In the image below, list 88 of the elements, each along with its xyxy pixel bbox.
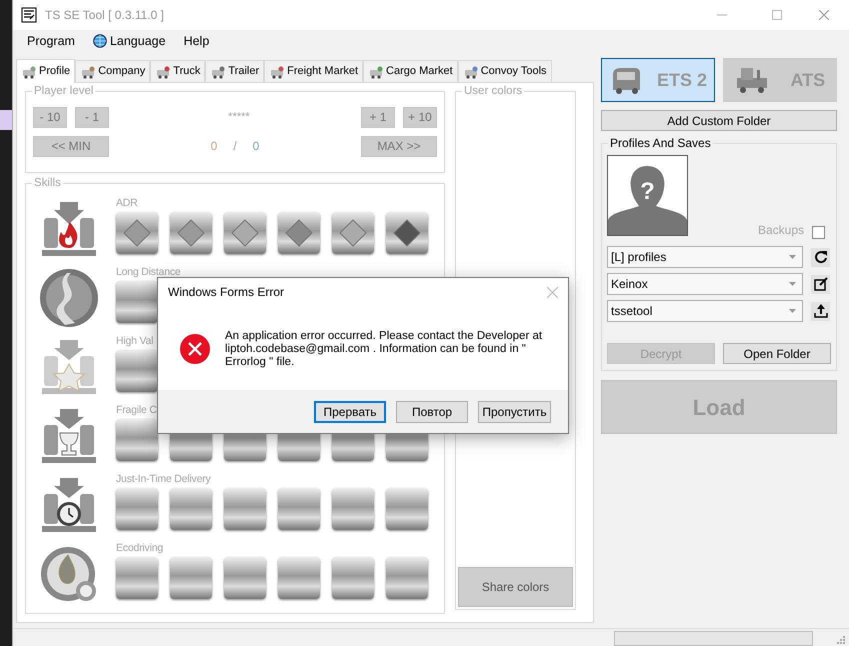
skill-tile[interactable] <box>278 488 320 530</box>
level-stars: ***** <box>227 110 251 125</box>
menu-item[interactable]: Language <box>88 32 170 50</box>
dialog-title: Windows Forms Error <box>168 284 286 301</box>
tab[interactable]: Trailer <box>205 60 264 82</box>
skill-tile[interactable] <box>386 557 428 599</box>
tab[interactable]: Profile <box>16 59 76 83</box>
hazard-sign-icon <box>123 219 151 247</box>
backups-checkbox[interactable] <box>812 226 825 239</box>
add-folder-button[interactable]: Add Custom Folder <box>601 110 837 131</box>
profile-dropdown[interactable]: [L] profiles <box>607 246 803 268</box>
icon-button[interactable] <box>811 248 830 266</box>
share-colors-button[interactable]: Share colors <box>458 567 573 607</box>
skill-tile[interactable] <box>278 557 320 599</box>
skill-label: Long Distance <box>116 265 181 279</box>
truck-icon <box>734 66 769 94</box>
skill-tile[interactable] <box>332 212 374 254</box>
icon-button[interactable] <box>811 274 830 294</box>
skill-tile[interactable] <box>278 212 320 254</box>
close-icon <box>819 10 829 20</box>
menu-item[interactable]: Help <box>180 32 214 50</box>
dropdown-arrow-icon <box>789 309 796 313</box>
edit-icon <box>812 276 828 292</box>
tab-icon <box>210 64 226 78</box>
hazard-sign-icon <box>339 219 367 247</box>
globe-icon <box>92 34 107 48</box>
tab[interactable]: Cargo Market <box>363 60 458 82</box>
tab-icon <box>462 64 479 78</box>
skill-tile[interactable] <box>116 557 158 599</box>
skill-label: Ecodriving <box>116 541 164 555</box>
skill-tile[interactable] <box>224 212 266 254</box>
dialog-button[interactable]: Прервать <box>314 400 386 422</box>
skill-tile[interactable] <box>224 557 266 599</box>
skill-label: ADR <box>116 196 138 210</box>
tab[interactable]: Truck <box>150 60 206 82</box>
export-icon <box>812 303 828 319</box>
tab[interactable]: Freight Market <box>264 60 364 82</box>
tab-icon <box>269 64 286 78</box>
group-title: Profiles And Saves <box>608 136 713 150</box>
close-icon <box>547 286 558 298</box>
dialog-button[interactable]: Пропустить <box>478 400 551 422</box>
skill-tile[interactable] <box>332 488 374 530</box>
tab-icon <box>80 64 96 78</box>
skill-label: High Val <box>116 334 154 348</box>
skill-tile[interactable] <box>116 212 158 254</box>
hazard-sign-icon <box>177 219 205 247</box>
dialog-button[interactable]: Повтор <box>396 400 468 422</box>
question-mark: ? <box>640 177 655 207</box>
tab-icon <box>21 64 37 78</box>
hazard-sign-icon <box>285 219 313 247</box>
skill-tile[interactable] <box>332 557 374 599</box>
hazard-sign-icon <box>231 219 259 247</box>
max-level: 0 <box>252 138 260 155</box>
app-icon <box>21 7 37 23</box>
skill-drawing <box>38 267 100 329</box>
tab-icon <box>368 64 384 78</box>
backups-label: Backups <box>758 222 804 239</box>
group-title: Player level <box>32 84 96 98</box>
maximize-icon <box>772 10 782 20</box>
skill-tile[interactable] <box>170 488 212 530</box>
tab[interactable]: Company <box>75 60 150 82</box>
skill-tile[interactable] <box>224 488 266 530</box>
skill-tile[interactable] <box>170 557 212 599</box>
skill-tile[interactable] <box>116 488 158 530</box>
current-level: 0 <box>210 138 218 155</box>
hazard-sign-icon <box>393 219 421 247</box>
menu-item[interactable]: Program <box>23 32 79 50</box>
profile-dropdown[interactable]: Keinox <box>607 273 803 295</box>
refresh-icon <box>812 249 828 265</box>
error-icon <box>180 334 210 364</box>
tab[interactable]: Convoy Tools <box>458 60 552 82</box>
skill-tile[interactable] <box>116 281 158 323</box>
open-folder-button[interactable]: Open Folder <box>723 343 831 364</box>
error-message: An application error occurred. Please contact the Developer at liptoh.codebase@gmail.com . Information can be found in " Errorlog " file. <box>225 330 544 369</box>
skill-tile[interactable] <box>386 488 428 530</box>
skill-tile[interactable] <box>116 350 158 392</box>
skill-label: Fragile C <box>116 403 157 417</box>
skill-tile[interactable] <box>170 212 212 254</box>
window-title: TS SE Tool [ 0.3.11.0 ] <box>45 7 164 24</box>
tab-icon <box>155 64 172 78</box>
skill-tile[interactable] <box>386 212 428 254</box>
dropdown-arrow-icon <box>789 282 796 286</box>
skill-label: Just-In-Time Delivery <box>116 472 211 486</box>
profile-dropdown[interactable]: tssetool <box>607 300 803 322</box>
skill-tile[interactable] <box>116 419 158 461</box>
icon-button[interactable] <box>811 302 830 320</box>
level-separator: / <box>233 138 237 155</box>
dropdown-arrow-icon <box>789 255 796 259</box>
